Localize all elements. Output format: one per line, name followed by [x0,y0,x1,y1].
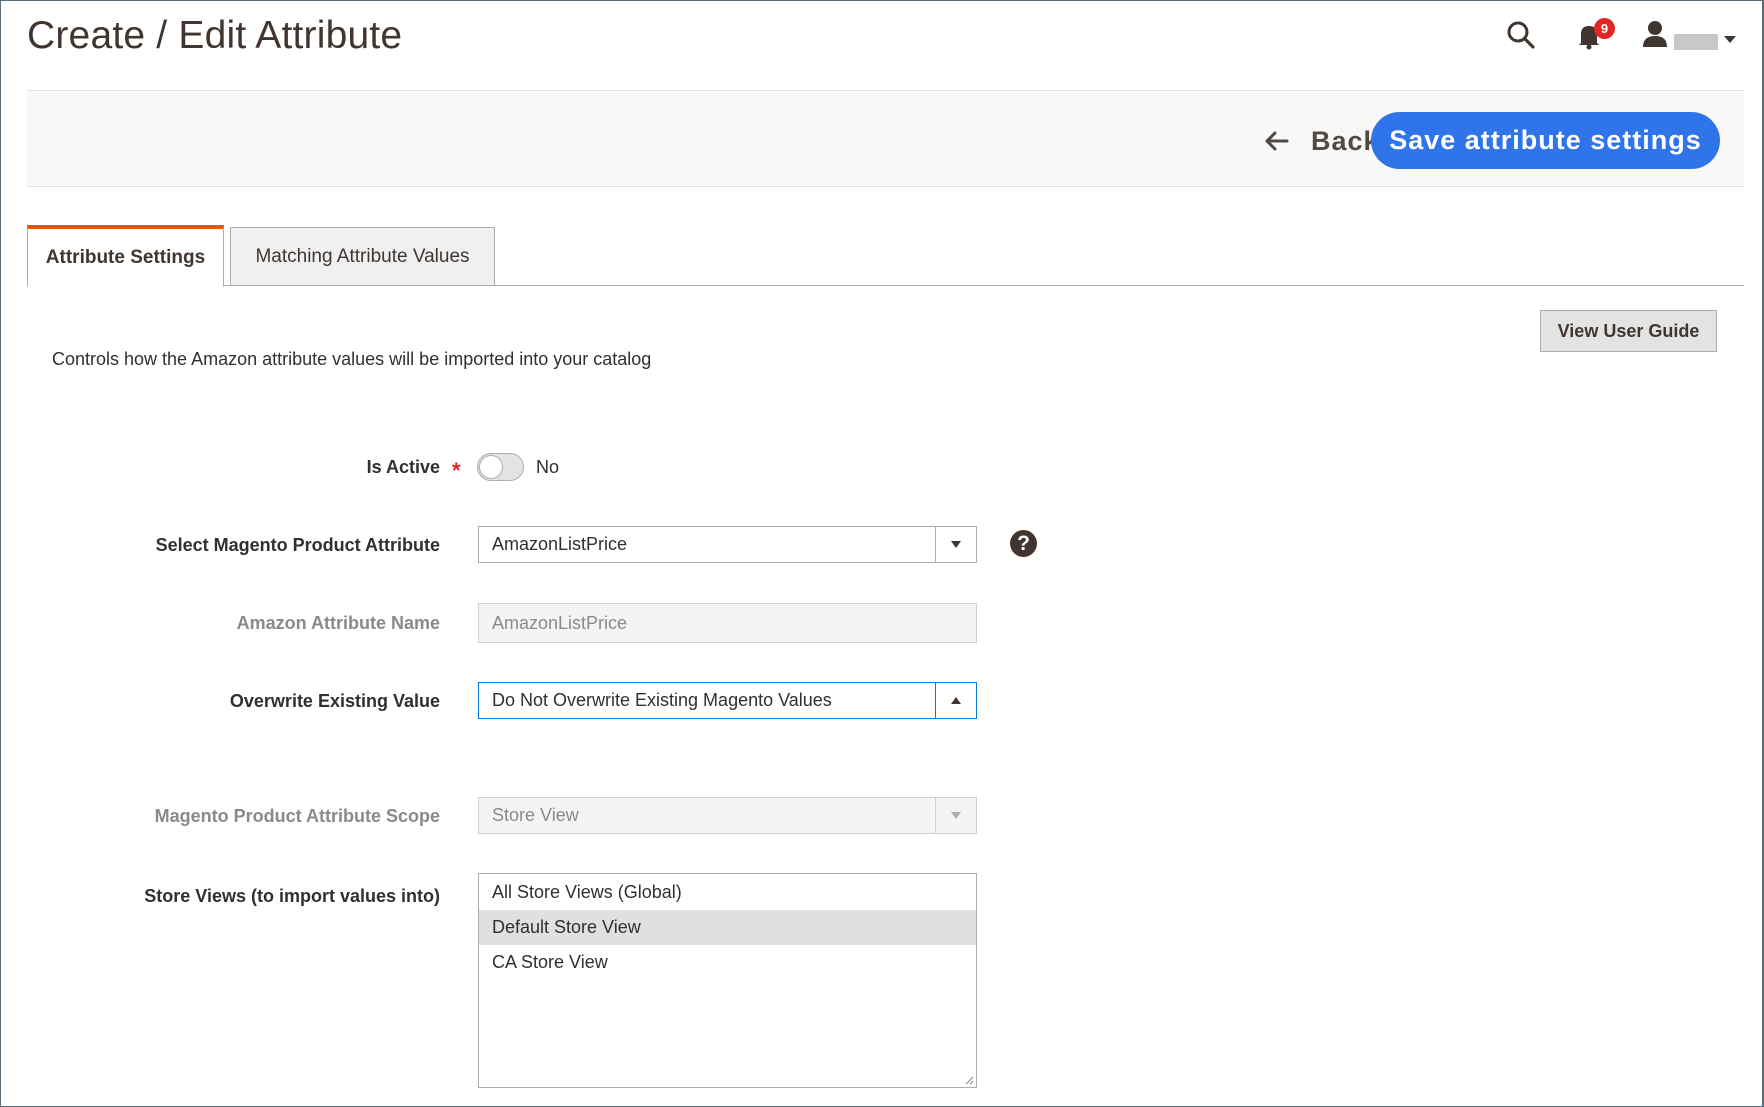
search-icon[interactable] [1504,18,1538,52]
store-views-multiselect[interactable]: All Store Views (Global) Default Store V… [478,873,977,1088]
dropdown-button[interactable] [935,527,976,562]
amazon-attribute-name-value: AmazonListPrice [492,612,628,633]
chevron-down-icon [951,541,961,548]
overwrite-value: Do Not Overwrite Existing Magento Values [492,690,832,710]
magento-attribute-select[interactable]: AmazonListPrice [478,526,977,563]
is-active-value: No [536,457,560,477]
dropdown-button[interactable] [935,683,976,718]
scope-value: Store View [492,805,579,825]
is-active-label: Is Active [366,457,440,477]
store-views-label: Store Views (to import values into) [144,886,440,906]
back-label: Back [1311,125,1380,156]
arrow-left-icon [1265,131,1289,151]
chevron-up-icon [951,697,961,704]
overwrite-label: Overwrite Existing Value [229,691,440,711]
amazon-attribute-name-field: AmazonListPrice [478,603,977,643]
tab-bar: Attribute Settings Matching Attribute Va… [27,225,1744,287]
user-icon [1643,21,1667,47]
page-title: Create / Edit Attribute [27,14,403,57]
help-icon[interactable]: ? [1010,530,1037,557]
back-button[interactable]: Back [1263,119,1380,163]
save-attribute-settings-button[interactable]: Save attribute settings [1371,112,1720,169]
is-active-toggle[interactable] [477,453,524,481]
scope-select: Store View [478,797,977,834]
section-description: Controls how the Amazon attribute values… [52,349,652,369]
required-marker: * [452,458,461,483]
tab-attribute-settings[interactable]: Attribute Settings [27,225,224,287]
notification-badge: 9 [1594,18,1615,39]
chevron-down-icon [951,812,961,819]
notifications-button[interactable]: 9 [1572,18,1615,52]
store-view-option[interactable]: All Store Views (Global) [479,875,976,910]
dropdown-button [935,798,976,833]
account-menu[interactable] [1640,18,1670,50]
magento-attribute-label: Select Magento Product Attribute [155,535,440,555]
overwrite-select[interactable]: Do Not Overwrite Existing Magento Values [478,682,977,719]
view-user-guide-button[interactable]: View User Guide [1540,310,1717,352]
amazon-attribute-name-label: Amazon Attribute Name [236,613,440,633]
tab-matching-attribute-values[interactable]: Matching Attribute Values [230,227,495,286]
magento-attribute-value: AmazonListPrice [492,534,628,554]
account-name-redacted[interactable] [1674,34,1718,50]
resize-grip-icon[interactable] [965,1076,974,1085]
store-view-option[interactable]: Default Store View [479,910,976,945]
chevron-down-icon[interactable] [1724,36,1736,43]
store-view-option[interactable]: CA Store View [479,945,976,980]
toggle-knob [479,455,503,479]
scope-label: Magento Product Attribute Scope [154,806,440,826]
page-actions-bar: Back Save attribute settings [27,90,1744,187]
